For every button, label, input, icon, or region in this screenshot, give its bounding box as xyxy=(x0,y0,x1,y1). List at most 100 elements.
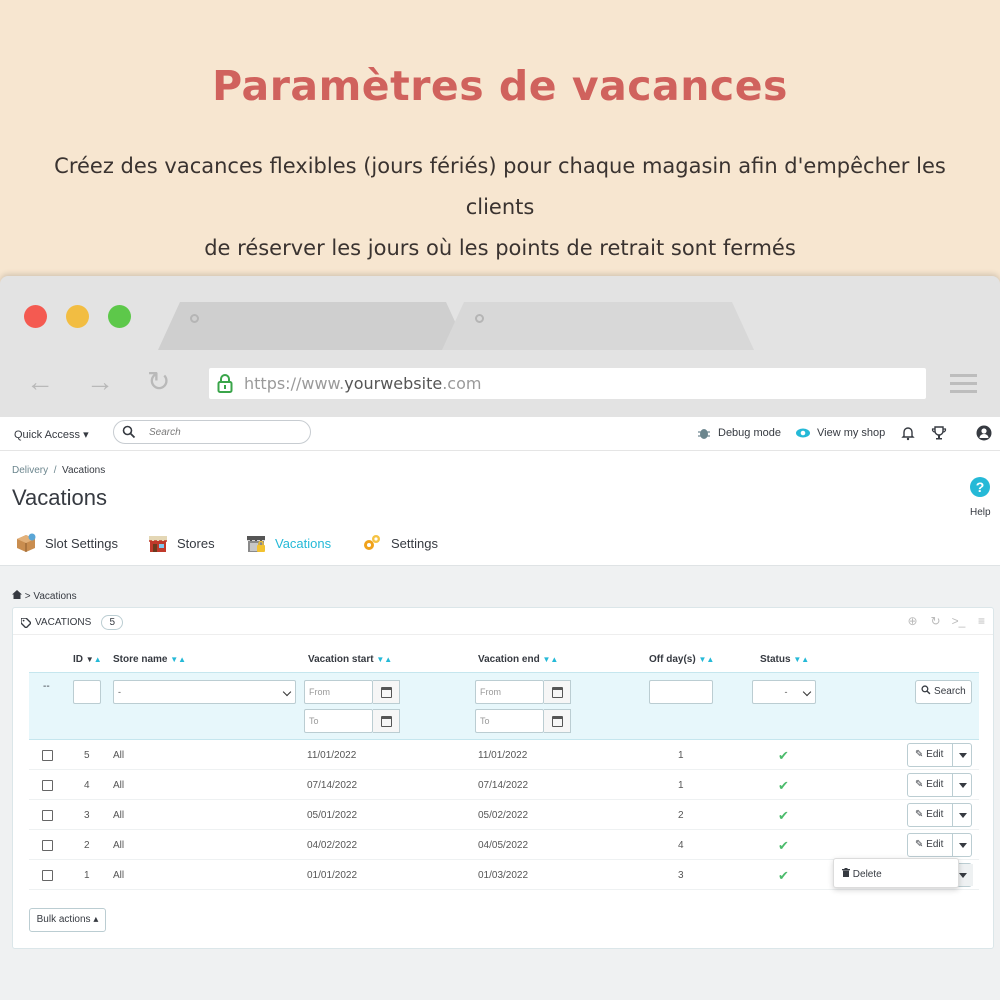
calendar-icon[interactable] xyxy=(544,709,571,733)
filter-start-from[interactable]: From xyxy=(304,680,373,704)
url-text: https://www.yourwebsite.com xyxy=(244,374,481,393)
address-bar[interactable]: https://www.yourwebsite.com xyxy=(209,368,926,399)
search-icon xyxy=(921,685,931,695)
cell-store: All xyxy=(113,840,125,851)
filter-end-to[interactable]: To xyxy=(475,709,544,733)
row-checkbox[interactable] xyxy=(42,840,53,851)
list-breadcrumb-current: > Vacations xyxy=(24,591,77,602)
browser-tab-1[interactable] xyxy=(158,302,468,350)
filter-dash: -- xyxy=(43,681,50,692)
window-minimize-button[interactable] xyxy=(66,305,89,328)
status-enabled-icon[interactable]: ✔ xyxy=(778,778,789,794)
package-icon xyxy=(17,533,36,552)
filter-search-button[interactable]: Search xyxy=(915,680,972,704)
row-actions-toggle[interactable] xyxy=(952,744,973,766)
status-enabled-icon[interactable]: ✔ xyxy=(778,838,789,854)
trash-icon xyxy=(842,868,850,877)
add-icon[interactable]: ⊕ xyxy=(905,614,920,629)
help-label[interactable]: Help xyxy=(970,507,991,518)
hero-title: Paramètres de vacances xyxy=(212,62,788,110)
row-actions: ✎ Edit xyxy=(907,833,972,857)
store-icon xyxy=(149,536,167,552)
cell-id: 5 xyxy=(84,750,90,761)
tab-label: Settings xyxy=(391,535,438,551)
window-close-button[interactable] xyxy=(24,305,47,328)
edit-button[interactable]: ✎ Edit xyxy=(915,839,943,850)
forward-arrow-icon[interactable]: → xyxy=(86,368,114,396)
column-header-vacation-start[interactable]: Vacation start ▼▲ xyxy=(308,654,392,665)
gears-icon xyxy=(364,535,380,550)
column-header-id[interactable]: ID ▼▲ xyxy=(73,654,102,665)
tab-slot-settings[interactable]: Slot Settings xyxy=(15,532,118,554)
tab-settings[interactable]: Settings xyxy=(361,532,438,554)
row-actions-toggle[interactable] xyxy=(952,804,973,826)
browser-tab-2[interactable] xyxy=(442,302,754,350)
bell-icon[interactable] xyxy=(900,425,916,441)
filter-status-select[interactable]: - xyxy=(752,680,816,704)
row-checkbox[interactable] xyxy=(42,750,53,761)
row-actions-toggle[interactable] xyxy=(952,834,973,856)
breadcrumb-parent[interactable]: Delivery xyxy=(12,465,48,476)
home-icon[interactable] xyxy=(12,590,22,599)
cell-end: 11/01/2022 xyxy=(478,750,528,761)
status-enabled-icon[interactable]: ✔ xyxy=(778,808,789,824)
back-arrow-icon[interactable]: ← xyxy=(26,368,54,396)
cell-start: 01/01/2022 xyxy=(307,870,358,881)
database-icon[interactable]: ≡ xyxy=(974,614,989,629)
menu-icon[interactable] xyxy=(950,374,977,394)
reload-icon[interactable]: ↻ xyxy=(147,368,170,396)
column-header-status[interactable]: Status ▼▲ xyxy=(760,654,809,665)
url-domain: yourwebsite xyxy=(344,374,443,393)
table-row: 4 All 07/14/2022 07/14/2022 1 ✔ ✎ Edit xyxy=(29,770,979,800)
vacations-panel: Vacations 5 ⊕ ↻ >_ ≡ ID ▼▲ Store name ▼▲… xyxy=(12,607,994,949)
column-header-off-days[interactable]: Off day(s) ▼▲ xyxy=(649,654,714,665)
search-icon xyxy=(122,425,136,439)
row-checkbox[interactable] xyxy=(42,870,53,881)
admin-search-input[interactable]: Search xyxy=(113,420,311,444)
filter-id-input[interactable] xyxy=(73,680,101,704)
cell-end: 04/05/2022 xyxy=(478,840,529,851)
tab-label: Stores xyxy=(177,535,215,551)
bulk-actions-button[interactable]: Bulk actions ▴ xyxy=(29,908,106,932)
edit-button[interactable]: ✎ Edit xyxy=(915,809,943,820)
cell-off-days: 1 xyxy=(678,780,684,791)
debug-mode-link[interactable]: Debug mode xyxy=(718,427,781,439)
tab-stores[interactable]: Stores xyxy=(147,532,215,554)
edit-button[interactable]: ✎ Edit xyxy=(915,749,943,760)
calendar-icon[interactable] xyxy=(373,680,400,704)
tab-vacations[interactable]: Vacations xyxy=(245,532,331,554)
calendar-icon[interactable] xyxy=(373,709,400,733)
window-maximize-button[interactable] xyxy=(108,305,131,328)
row-actions: ✎ Edit xyxy=(907,743,972,767)
row-actions-toggle[interactable] xyxy=(952,774,973,796)
tab-label: Vacations xyxy=(275,535,332,551)
row-checkbox[interactable] xyxy=(42,780,53,791)
filter-off-days-input[interactable] xyxy=(649,680,713,704)
filter-start-to[interactable]: To xyxy=(304,709,373,733)
quick-access-dropdown[interactable]: Quick Access ▾ xyxy=(14,428,89,441)
cell-store: All xyxy=(113,870,125,881)
view-my-shop-link[interactable]: View my shop xyxy=(817,427,885,439)
module-tabs: Slot Settings Stores Vacations Settings xyxy=(0,520,1000,566)
panel-toolbar: ⊕ ↻ >_ ≡ xyxy=(905,614,989,629)
filter-store-select[interactable]: - xyxy=(113,680,296,704)
help-icon[interactable]: ? xyxy=(970,477,990,497)
cell-end: 01/03/2022 xyxy=(478,870,529,881)
trophy-icon[interactable] xyxy=(931,425,947,441)
edit-button[interactable]: ✎ Edit xyxy=(915,779,943,790)
row-checkbox[interactable] xyxy=(42,810,53,821)
calendar-icon[interactable] xyxy=(544,680,571,704)
hero-subtitle-line-2: de réserver les jours où les points de r… xyxy=(204,236,796,260)
user-avatar-icon[interactable] xyxy=(976,425,992,441)
delete-menu-item[interactable]: Delete xyxy=(842,868,882,880)
hero-subtitle: Créez des vacances flexibles (jours féri… xyxy=(30,146,970,269)
status-enabled-icon[interactable]: ✔ xyxy=(778,748,789,764)
filter-end-from[interactable]: From xyxy=(475,680,544,704)
status-enabled-icon[interactable]: ✔ xyxy=(778,868,789,884)
column-header-store[interactable]: Store name ▼▲ xyxy=(113,654,186,665)
refresh-icon[interactable]: ↻ xyxy=(928,614,943,629)
terminal-icon[interactable]: >_ xyxy=(951,614,966,629)
breadcrumb-separator: / xyxy=(53,465,57,476)
breadcrumb: Delivery / Vacations xyxy=(12,465,105,476)
column-header-vacation-end[interactable]: Vacation end ▼▲ xyxy=(478,654,558,665)
